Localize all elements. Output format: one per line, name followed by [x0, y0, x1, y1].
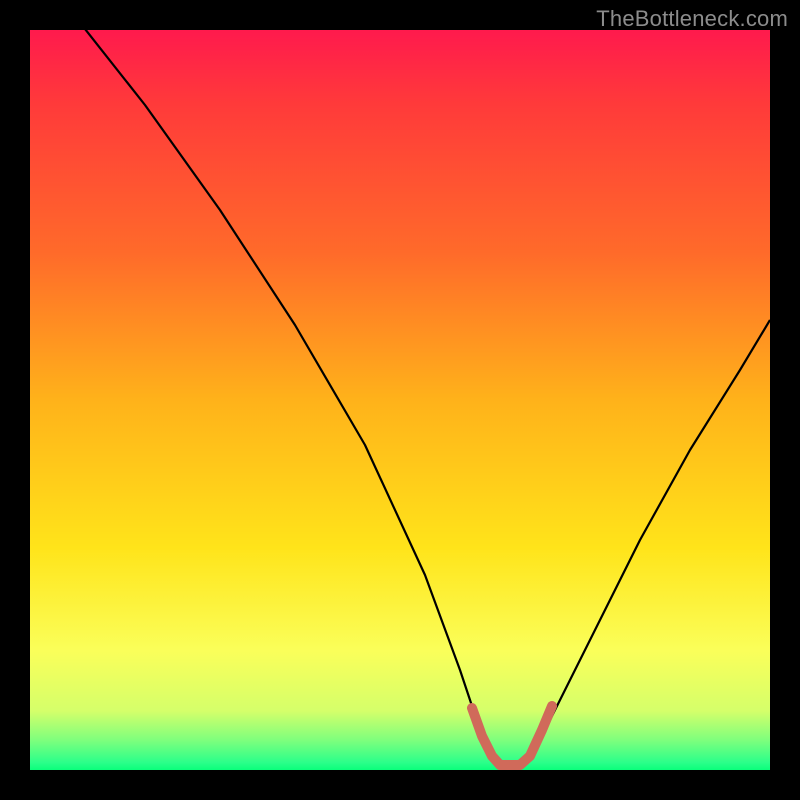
chart-frame: TheBottleneck.com: [0, 0, 800, 800]
plot-area: [30, 30, 770, 770]
curve-path: [70, 30, 770, 765]
highlight-segment: [472, 706, 552, 765]
bottleneck-curve: [30, 30, 770, 770]
watermark-text: TheBottleneck.com: [596, 6, 788, 32]
